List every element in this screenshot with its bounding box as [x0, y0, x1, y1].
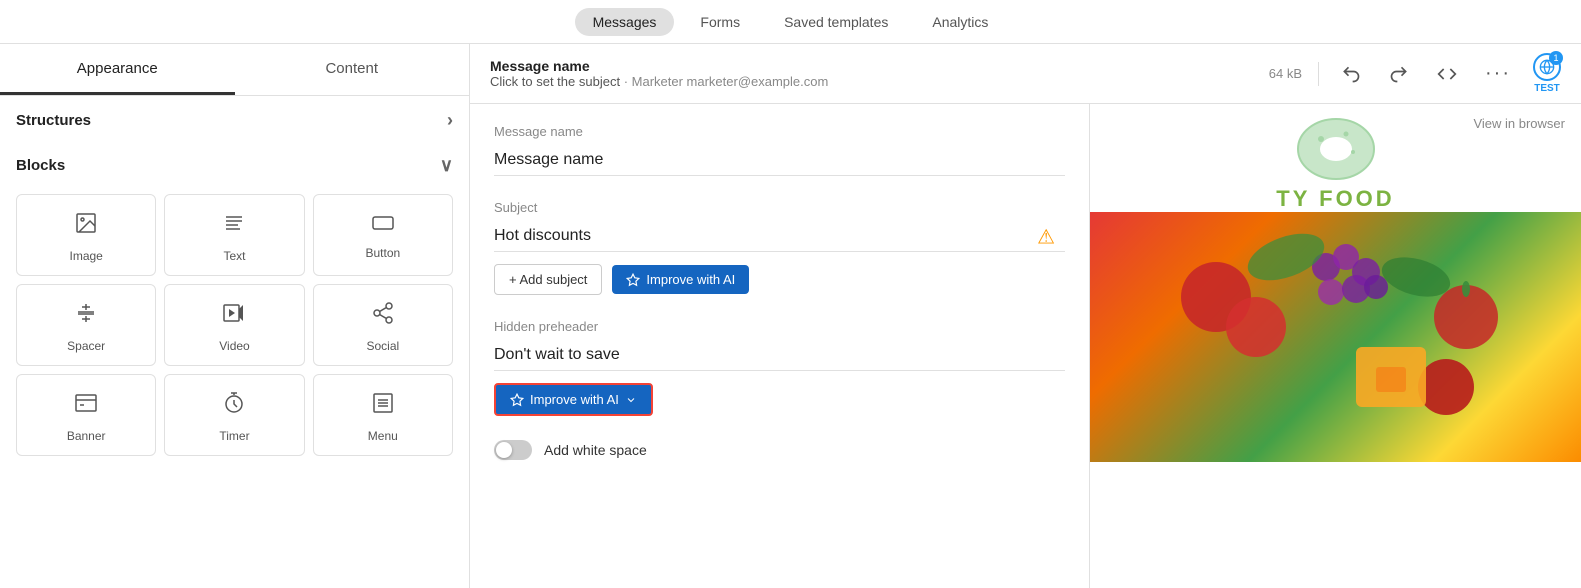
- undo-button[interactable]: [1335, 60, 1367, 88]
- block-item-menu[interactable]: Menu: [313, 374, 453, 456]
- hidden-preheader-label: Hidden preheader: [494, 319, 1065, 334]
- block-label-social: Social: [366, 339, 399, 353]
- main-layout: Appearance Content Structures › Blocks ∨…: [0, 44, 1581, 588]
- message-name-group: Message name: [494, 124, 1065, 176]
- sidebar-tab-content[interactable]: Content: [235, 44, 470, 95]
- block-item-timer[interactable]: Timer: [164, 374, 304, 456]
- block-label-button: Button: [365, 246, 400, 260]
- left-sidebar: Appearance Content Structures › Blocks ∨…: [0, 44, 470, 588]
- block-item-video[interactable]: Video: [164, 284, 304, 366]
- warning-icon: ⚠: [1037, 224, 1055, 249]
- image-icon: [74, 211, 98, 241]
- message-name-title: Message name: [490, 58, 828, 74]
- file-size: 64 kB: [1269, 66, 1302, 81]
- block-label-banner: Banner: [67, 429, 106, 443]
- message-email: · Marketer marketer@example.com: [624, 74, 829, 89]
- preview-content: TY FOOD: [1090, 104, 1581, 588]
- message-header-right: 64 kB ··· 1: [1269, 53, 1561, 94]
- add-whitespace-toggle[interactable]: [494, 440, 532, 460]
- improve-ai-subject-button[interactable]: Improve with AI: [612, 265, 749, 294]
- preview-brand-name: TY FOOD: [1276, 186, 1394, 212]
- preheader-input[interactable]: [494, 340, 1065, 371]
- improve-ai-subject-label: Improve with AI: [646, 272, 735, 287]
- redo-button[interactable]: [1383, 60, 1415, 88]
- add-subject-button[interactable]: + Add subject: [494, 264, 602, 295]
- subject-row: ⚠: [494, 221, 1065, 252]
- subject-label: Subject: [494, 200, 1065, 215]
- menu-icon: [371, 391, 395, 421]
- donut-logo: [1291, 114, 1381, 184]
- block-item-button[interactable]: Button: [313, 194, 453, 276]
- preview-panel: View in browser TY FOOD: [1090, 104, 1581, 588]
- blocks-grid: Image Text Button Spacer: [0, 186, 469, 464]
- banner-icon: [74, 391, 98, 421]
- top-navigation: Messages Forms Saved templates Analytics: [0, 0, 1581, 44]
- form-panel: Message name Subject ⚠ + Add subject Imp…: [470, 104, 1090, 588]
- structures-label: Structures: [16, 112, 91, 129]
- test-badge: 1: [1549, 51, 1563, 65]
- block-item-banner[interactable]: Banner: [16, 374, 156, 456]
- content-split: Message name Subject ⚠ + Add subject Imp…: [470, 104, 1581, 588]
- video-icon: [222, 301, 246, 331]
- block-item-spacer[interactable]: Spacer: [16, 284, 156, 366]
- tab-saved-templates[interactable]: Saved templates: [766, 8, 906, 36]
- spacer-icon: [74, 301, 98, 331]
- text-icon: [222, 211, 246, 241]
- view-in-browser-link[interactable]: View in browser: [1473, 116, 1565, 131]
- subject-actions: + Add subject Improve with AI: [494, 264, 1065, 295]
- subject-group: Subject ⚠ + Add subject Improve with AI: [494, 200, 1065, 295]
- preheader-group: Hidden preheader Improve with AI: [494, 319, 1065, 416]
- structures-section-header: Structures ›: [0, 96, 469, 141]
- add-whitespace-label: Add white space: [544, 442, 647, 458]
- toggle-knob: [496, 442, 512, 458]
- globe-icon: 1: [1533, 53, 1561, 81]
- social-icon: [371, 301, 395, 331]
- button-icon: [371, 214, 395, 238]
- block-item-social[interactable]: Social: [313, 284, 453, 366]
- message-header-left: Message name Click to set the subject · …: [490, 58, 828, 89]
- test-label: TEST: [1534, 83, 1560, 94]
- message-name-label: Message name: [494, 124, 1065, 139]
- tab-analytics[interactable]: Analytics: [914, 8, 1006, 36]
- block-label-image: Image: [69, 249, 102, 263]
- message-name-input[interactable]: [494, 145, 1065, 176]
- add-whitespace-row: Add white space: [494, 440, 1065, 460]
- blocks-section-header: Blocks ∨: [0, 141, 469, 186]
- click-to-set-subject[interactable]: Click to set the subject: [490, 74, 620, 89]
- block-label-menu: Menu: [368, 429, 398, 443]
- blocks-chevron-icon[interactable]: ∨: [440, 155, 453, 176]
- block-label-spacer: Spacer: [67, 339, 105, 353]
- message-subject-click[interactable]: Click to set the subject · Marketer mark…: [490, 74, 828, 89]
- sidebar-tab-appearance[interactable]: Appearance: [0, 44, 235, 95]
- block-label-timer: Timer: [219, 429, 249, 443]
- structures-chevron-icon[interactable]: ›: [447, 110, 453, 131]
- block-item-text[interactable]: Text: [164, 194, 304, 276]
- code-button[interactable]: [1431, 60, 1463, 88]
- block-item-image[interactable]: Image: [16, 194, 156, 276]
- tab-messages[interactable]: Messages: [575, 8, 675, 36]
- message-header-bar: Message name Click to set the subject · …: [470, 44, 1581, 104]
- sidebar-tabs: Appearance Content: [0, 44, 469, 96]
- veggie-svg: [1156, 217, 1516, 457]
- improve-ai-preheader-button[interactable]: Improve with AI: [494, 383, 653, 416]
- block-label-text: Text: [223, 249, 245, 263]
- test-button[interactable]: 1 TEST: [1533, 53, 1561, 94]
- right-area: Message name Click to set the subject · …: [470, 44, 1581, 588]
- header-divider: [1318, 62, 1319, 86]
- timer-icon: [222, 391, 246, 421]
- block-label-video: Video: [219, 339, 249, 353]
- more-button[interactable]: ···: [1479, 58, 1517, 89]
- subject-input[interactable]: [494, 221, 1065, 252]
- tab-forms[interactable]: Forms: [682, 8, 758, 36]
- blocks-label: Blocks: [16, 157, 65, 174]
- preview-veggie-image: [1090, 212, 1581, 462]
- improve-ai-preheader-label: Improve with AI: [530, 392, 619, 407]
